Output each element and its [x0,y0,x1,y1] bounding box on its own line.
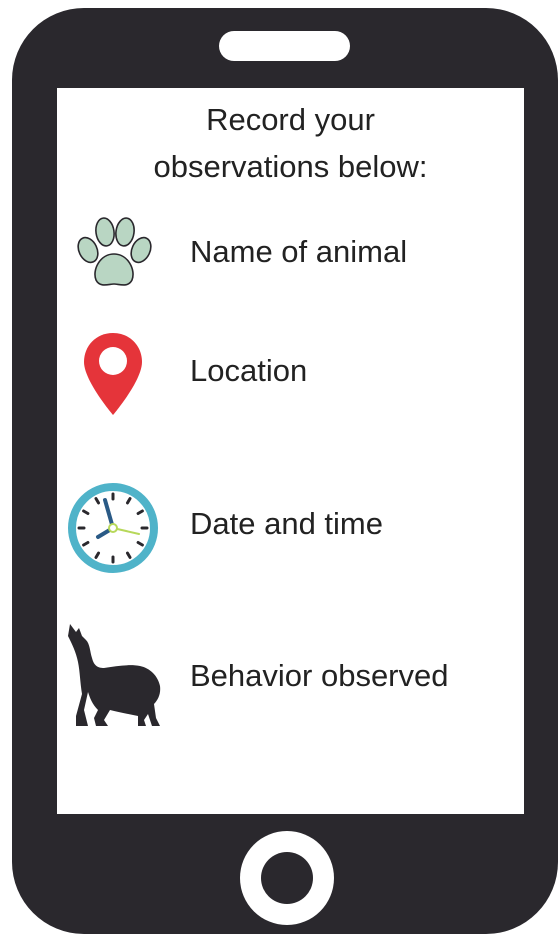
item-label-behavior: Behavior observed [190,658,449,693]
page-heading: Record your observations below: [57,96,524,190]
clock-icon [68,483,158,573]
location-pin-icon [84,333,142,415]
phone-speaker [219,31,350,61]
item-label-animal: Name of animal [190,234,408,269]
paw-icon [77,217,152,286]
heading-line-1: Record your [206,102,375,137]
item-label-location: Location [190,353,308,388]
item-label-datetime: Date and time [190,506,383,541]
howling-wolf-icon [68,624,161,726]
home-button[interactable] [240,831,334,925]
heading-line-2: observations below: [153,149,428,184]
